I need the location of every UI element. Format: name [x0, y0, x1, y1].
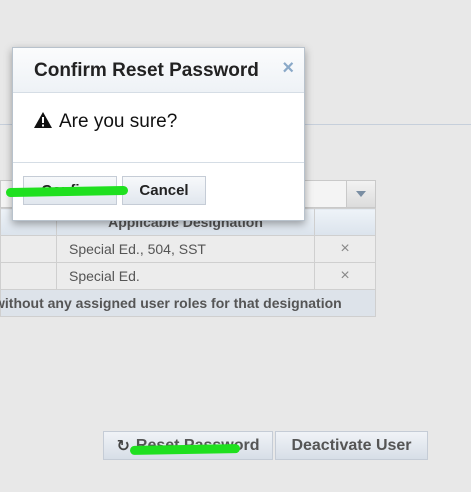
table-footer-note: without any assigned user roles for that…	[0, 289, 376, 317]
dialog-body: Are you sure?	[13, 93, 304, 163]
close-icon[interactable]: ×	[282, 57, 294, 80]
designation-cell: Special Ed.	[56, 262, 315, 290]
table-footer-row: without any assigned user roles for that…	[0, 289, 376, 317]
remove-icon[interactable]: ×	[340, 267, 349, 284]
designation-table: Applicable Designation Special Ed., 504,…	[0, 208, 376, 317]
dialog-header: Confirm Reset Password ×	[13, 48, 304, 93]
chevron-down-icon	[356, 191, 366, 197]
designation-cell: Special Ed., 504, SST	[56, 235, 315, 263]
remove-cell: ×	[314, 235, 376, 263]
highlight-mark	[129, 444, 241, 455]
deactivate-user-button[interactable]: Deactivate User	[275, 431, 428, 460]
table-row: Special Ed., 504, SST ×	[0, 235, 376, 263]
table-row: Special Ed. ×	[0, 262, 376, 290]
remove-icon[interactable]: ×	[340, 240, 349, 257]
table-cell	[0, 235, 57, 263]
reset-icon: ↻	[116, 437, 130, 455]
remove-cell: ×	[314, 262, 376, 290]
dialog-message: Are you sure?	[59, 111, 178, 132]
table-cell	[0, 262, 57, 290]
dropdown-toggle[interactable]	[346, 181, 375, 207]
warning-icon	[34, 112, 52, 133]
footer-note-text: without any assigned user roles for that…	[0, 295, 342, 311]
dialog-title: Confirm Reset Password	[34, 60, 259, 81]
cancel-button[interactable]: Cancel	[122, 176, 206, 205]
table-header-blank	[314, 208, 376, 236]
